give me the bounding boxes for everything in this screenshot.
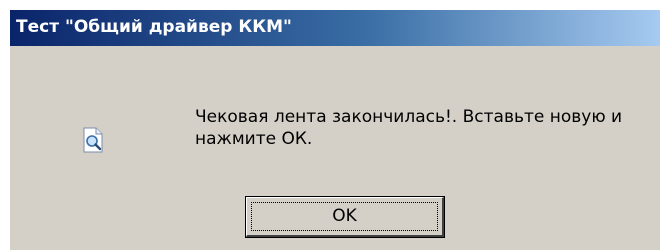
message-text: Чековая лента закончилась!. Вставьте нов… — [195, 107, 623, 149]
ok-button[interactable]: OK — [246, 197, 444, 237]
window-title: Тест "Общий драйвер ККМ" — [16, 17, 292, 37]
ok-button-label: OK — [332, 206, 357, 226]
message-dialog: Тест "Общий драйвер ККМ" Чековая лента з… — [8, 8, 660, 250]
document-magnifier-icon — [83, 127, 103, 153]
title-bar[interactable]: Тест "Общий драйвер ККМ" — [10, 10, 660, 46]
